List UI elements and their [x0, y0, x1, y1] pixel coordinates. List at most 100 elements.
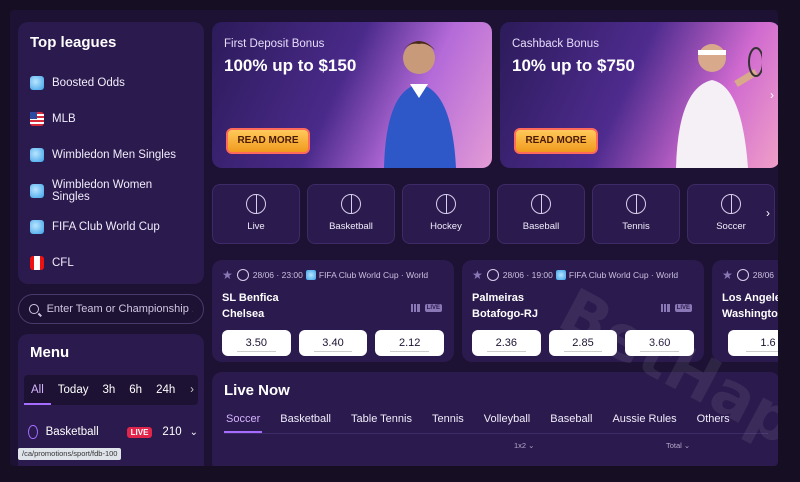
league-label: FIFA Club World Cup — [52, 221, 160, 233]
live-sport-tabs: Soccer Basketball Table Tennis Tennis Vo… — [224, 413, 768, 434]
odds-button-away[interactable]: 3.60 — [625, 330, 695, 356]
match-time: 28/06 — [752, 270, 775, 280]
league-item-boosted-odds[interactable]: Boosted Odds — [30, 65, 192, 101]
live-now-title: Live Now — [224, 382, 290, 399]
league-item-mlb[interactable]: MLB — [30, 101, 192, 137]
sport-tile-baseball[interactable]: Baseball — [497, 184, 585, 244]
menu-item-label: Basketball — [45, 426, 99, 438]
sport-tile-tennis[interactable]: Tennis — [592, 184, 680, 244]
favorite-star-icon[interactable]: ★ — [222, 268, 233, 282]
match-card[interactable]: ★ 28/06 · 19:00 FIFA Club World Cup · Wo… — [462, 260, 704, 362]
market-selector-1x2[interactable]: 1x2 ⌄ — [514, 441, 534, 450]
home-team: Los Angeles — [722, 292, 778, 304]
soccer-ball-icon — [236, 269, 249, 281]
odds-button-home[interactable]: 3.50 — [222, 330, 291, 356]
filter-6h[interactable]: 6h — [122, 375, 149, 405]
away-team: Washington — [722, 308, 778, 320]
league-label: Wimbledon Women Singles — [52, 179, 153, 203]
tab-table-tennis[interactable]: Table Tennis — [349, 413, 414, 433]
hockey-puck-icon — [436, 194, 456, 214]
promo-banner-cashback[interactable]: Cashback Bonus 10% up to $750 READ MORE … — [500, 22, 778, 168]
sport-tile-basketball[interactable]: Basketball — [307, 184, 395, 244]
filter-24h[interactable]: 24h — [149, 375, 182, 405]
canada-flag-icon — [30, 256, 44, 270]
league-item-wimbledon-women[interactable]: Wimbledon Women Singles — [30, 173, 192, 209]
league-label: Wimbledon Men Singles — [52, 149, 177, 161]
match-stats[interactable]: LIVE — [660, 304, 692, 312]
tennis-player-image — [676, 44, 762, 168]
globe-icon — [555, 270, 566, 280]
odds-button-draw[interactable]: 2.85 — [548, 330, 618, 356]
match-league: FIFA Club World Cup · World — [568, 270, 679, 280]
chevron-right-icon[interactable]: › — [766, 206, 770, 220]
sport-tile-soccer[interactable]: Soccer — [687, 184, 775, 244]
read-more-button[interactable]: READ MORE — [226, 128, 310, 154]
tab-basketball[interactable]: Basketball — [278, 413, 333, 433]
filter-all[interactable]: All — [24, 375, 51, 405]
top-leagues-title: Top leagues — [30, 34, 117, 51]
stats-icon — [410, 304, 420, 312]
basketball-icon — [28, 425, 38, 439]
market-selector-total[interactable]: Total ⌄ — [666, 441, 690, 450]
match-meta: ★ 28/06 — [722, 268, 778, 282]
odds-row: 2.36 2.85 3.60 — [472, 330, 695, 356]
filter-3h[interactable]: 3h — [95, 375, 122, 405]
tab-volleyball[interactable]: Volleyball — [482, 413, 532, 433]
globe-icon — [30, 148, 44, 162]
match-card[interactable]: ★ 28/06 · 23:00 FIFA Club World Cup · Wo… — [212, 260, 454, 362]
tab-others[interactable]: Others — [695, 413, 732, 433]
odds-row: 1.6 — [722, 330, 778, 356]
sport-tile-label: Basketball — [329, 221, 373, 232]
banner-headline: 100% up to $150 — [224, 56, 357, 75]
filters-next-arrow[interactable]: › — [186, 384, 198, 396]
tab-baseball[interactable]: Baseball — [548, 413, 594, 433]
sport-tile-live[interactable]: Live — [212, 184, 300, 244]
soccer-ball-icon — [721, 194, 741, 214]
favorite-star-icon[interactable]: ★ — [472, 268, 483, 282]
read-more-button[interactable]: READ MORE — [514, 128, 598, 154]
match-meta: ★ 28/06 · 23:00 FIFA Club World Cup · Wo… — [222, 268, 444, 282]
chevron-right-icon[interactable]: › — [770, 88, 774, 102]
live-stream-badge: LIVE — [424, 304, 442, 312]
globe-icon — [30, 184, 44, 198]
chevron-down-icon[interactable]: ⌄ — [190, 427, 198, 438]
league-item-cfl[interactable]: CFL — [30, 245, 192, 281]
filter-today[interactable]: Today — [51, 375, 96, 405]
market-column-headers: 1x2 ⌄ Total ⌄ — [224, 434, 768, 452]
basketball-icon — [736, 269, 749, 281]
odds-row: 3.50 3.40 2.12 — [222, 330, 445, 356]
league-item-wimbledon-men[interactable]: Wimbledon Men Singles — [30, 137, 192, 173]
status-url-tooltip: /ca/promotions/sport/fdb-100 — [18, 448, 122, 460]
tab-soccer[interactable]: Soccer — [224, 413, 263, 433]
sport-tile-hockey[interactable]: Hockey — [402, 184, 490, 244]
odds-button-draw[interactable]: 3.40 — [298, 330, 368, 356]
odds-button-away[interactable]: 2.12 — [375, 330, 445, 356]
banner-subtitle: First Deposit Bonus — [224, 38, 325, 50]
menu-title: Menu — [30, 344, 70, 361]
baseball-icon — [531, 194, 551, 214]
event-count: 210 — [162, 426, 182, 438]
globe-icon — [246, 194, 266, 214]
odds-button-home[interactable]: 1.6 — [728, 330, 778, 356]
tab-tennis[interactable]: Tennis — [430, 413, 466, 433]
app-frame: Top leagues Boosted Odds MLB Wimbledon M… — [10, 10, 778, 466]
globe-icon — [30, 220, 44, 234]
live-now-section: Live Now Soccer Basketball Table Tennis … — [212, 372, 778, 466]
promo-banner-first-deposit[interactable]: First Deposit Bonus 100% up to $150 READ… — [212, 22, 492, 168]
match-stats[interactable]: LIVE — [410, 304, 442, 312]
menu-item-basketball[interactable]: Basketball LIVE 210 ⌄ — [24, 425, 198, 439]
match-time: 28/06 · 19:00 — [502, 270, 553, 280]
menu-panel: Menu All Today 3h 6h 24h › Basketball LI… — [18, 334, 204, 466]
league-label: MLB — [52, 113, 76, 125]
search-input[interactable]: Enter Team or Championship ... — [18, 294, 204, 324]
tab-aussie-rules[interactable]: Aussie Rules — [610, 413, 678, 433]
sport-tile-label: Soccer — [716, 221, 746, 232]
sport-tile-label: Live — [247, 221, 265, 232]
match-card[interactable]: ★ 28/06 Los Angeles Washington 1.6 — [712, 260, 778, 362]
odds-button-home[interactable]: 2.36 — [472, 330, 541, 356]
live-badge: LIVE — [126, 426, 153, 438]
league-item-fifa-cwc[interactable]: FIFA Club World Cup — [30, 209, 192, 245]
match-teams: Los Angeles Washington — [722, 290, 778, 322]
globe-icon — [305, 270, 316, 280]
favorite-star-icon[interactable]: ★ — [722, 268, 733, 282]
